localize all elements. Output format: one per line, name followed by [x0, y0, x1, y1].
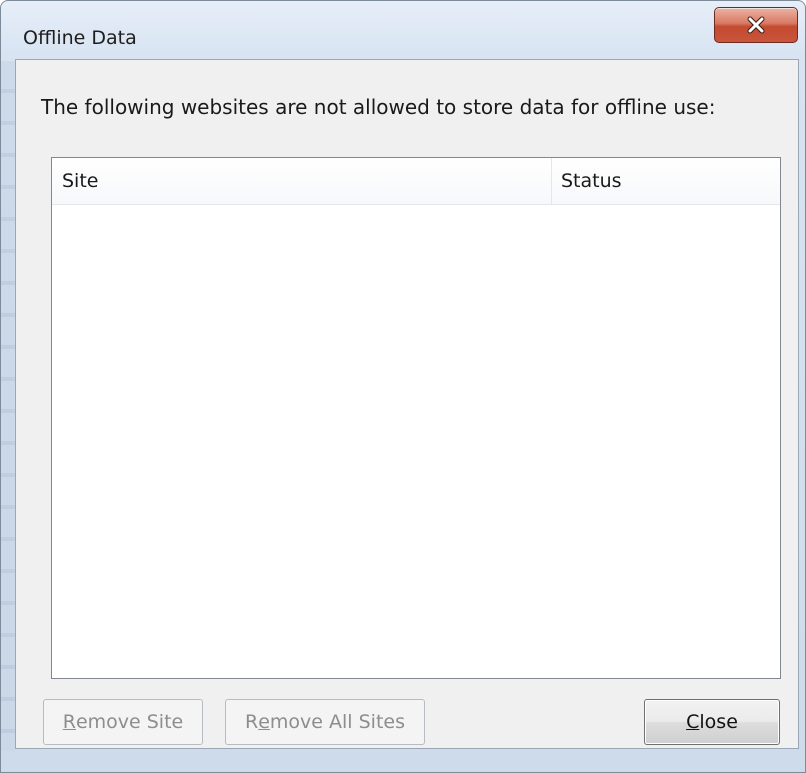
close-label: lose	[699, 711, 738, 733]
remove-site-label: emove Site	[75, 711, 184, 733]
window-edge-decoration	[1, 61, 15, 751]
remove-all-sites-mnemonic: e	[258, 711, 270, 733]
close-mnemonic: C	[686, 711, 700, 733]
remove-all-sites-label-start: R	[245, 711, 259, 733]
list-header: Site Status	[52, 158, 780, 205]
list-body[interactable]	[52, 205, 780, 678]
dialog-window: Offline Data The following websites are …	[0, 0, 806, 773]
window-title: Offline Data	[23, 27, 137, 49]
window-close-button[interactable]	[714, 7, 798, 43]
remove-site-mnemonic: R	[62, 711, 76, 733]
sites-list[interactable]: Site Status	[51, 157, 781, 679]
column-header-site[interactable]: Site	[52, 158, 552, 204]
column-header-status[interactable]: Status	[552, 158, 780, 204]
remove-all-sites-button[interactable]: Re move All Sites	[225, 699, 425, 745]
close-x-icon	[746, 16, 766, 34]
title-bar[interactable]: Offline Data	[1, 1, 805, 59]
remove-all-sites-label: move All Sites	[269, 711, 405, 733]
close-button[interactable]: Close	[644, 699, 780, 745]
remove-site-button[interactable]: Remove Site	[43, 699, 203, 745]
description-label: The following websites are not allowed t…	[41, 95, 716, 119]
